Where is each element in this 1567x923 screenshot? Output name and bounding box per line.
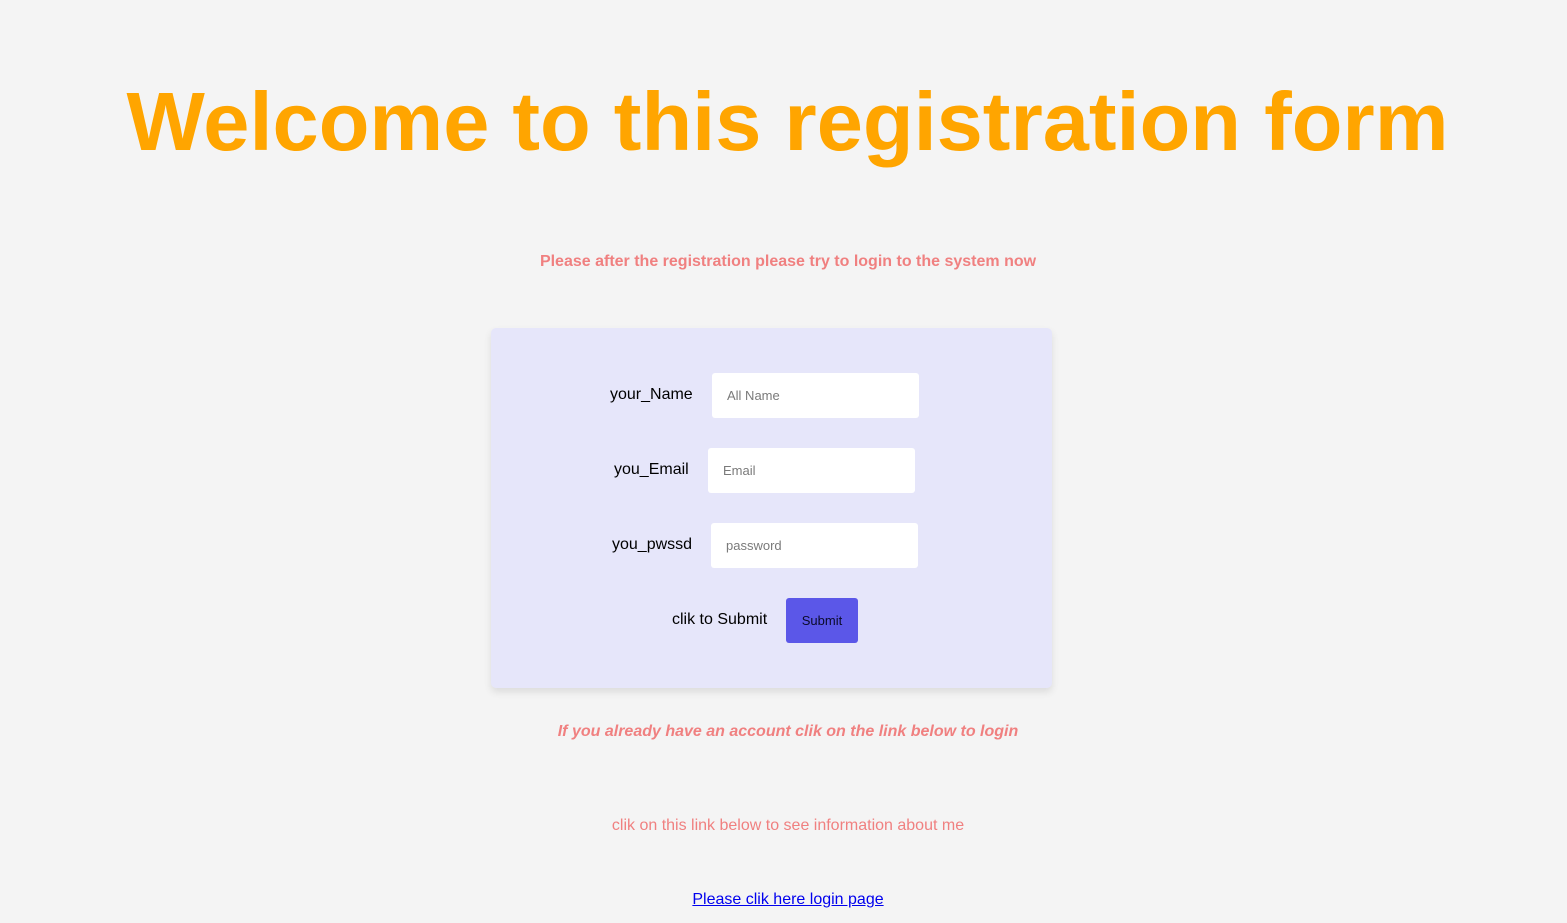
login-page-link[interactable]: Please clik here login page xyxy=(692,891,883,908)
name-label: your_Name xyxy=(610,386,693,403)
password-label: you_pwssd xyxy=(612,536,693,553)
registration-instruction: Please after the registration please try… xyxy=(539,253,1037,270)
name-input[interactable] xyxy=(712,373,919,418)
email-input[interactable] xyxy=(708,448,915,493)
password-input[interactable] xyxy=(711,523,918,568)
registration-form: your_Name you_Email you_pwssd clik to Su… xyxy=(491,328,1052,688)
registration-page: Welcome to this registration form Please… xyxy=(0,0,1567,923)
submit-label: clik to Submit xyxy=(672,611,768,628)
email-row: you_Email xyxy=(491,448,1052,493)
email-label: you_Email xyxy=(614,461,689,478)
submit-row: clik to Submit Submit xyxy=(491,598,1052,643)
page-title: Welcome to this registration form xyxy=(126,75,1449,168)
login-link-container: Please clik here login page xyxy=(0,890,1567,910)
about-info-note: clik on this link below to see informati… xyxy=(611,817,965,834)
password-row: you_pwssd xyxy=(491,523,1052,568)
account-login-note: If you already have an account clik on t… xyxy=(557,723,1019,740)
name-row: your_Name xyxy=(491,373,1052,418)
submit-button[interactable]: Submit xyxy=(786,598,858,643)
